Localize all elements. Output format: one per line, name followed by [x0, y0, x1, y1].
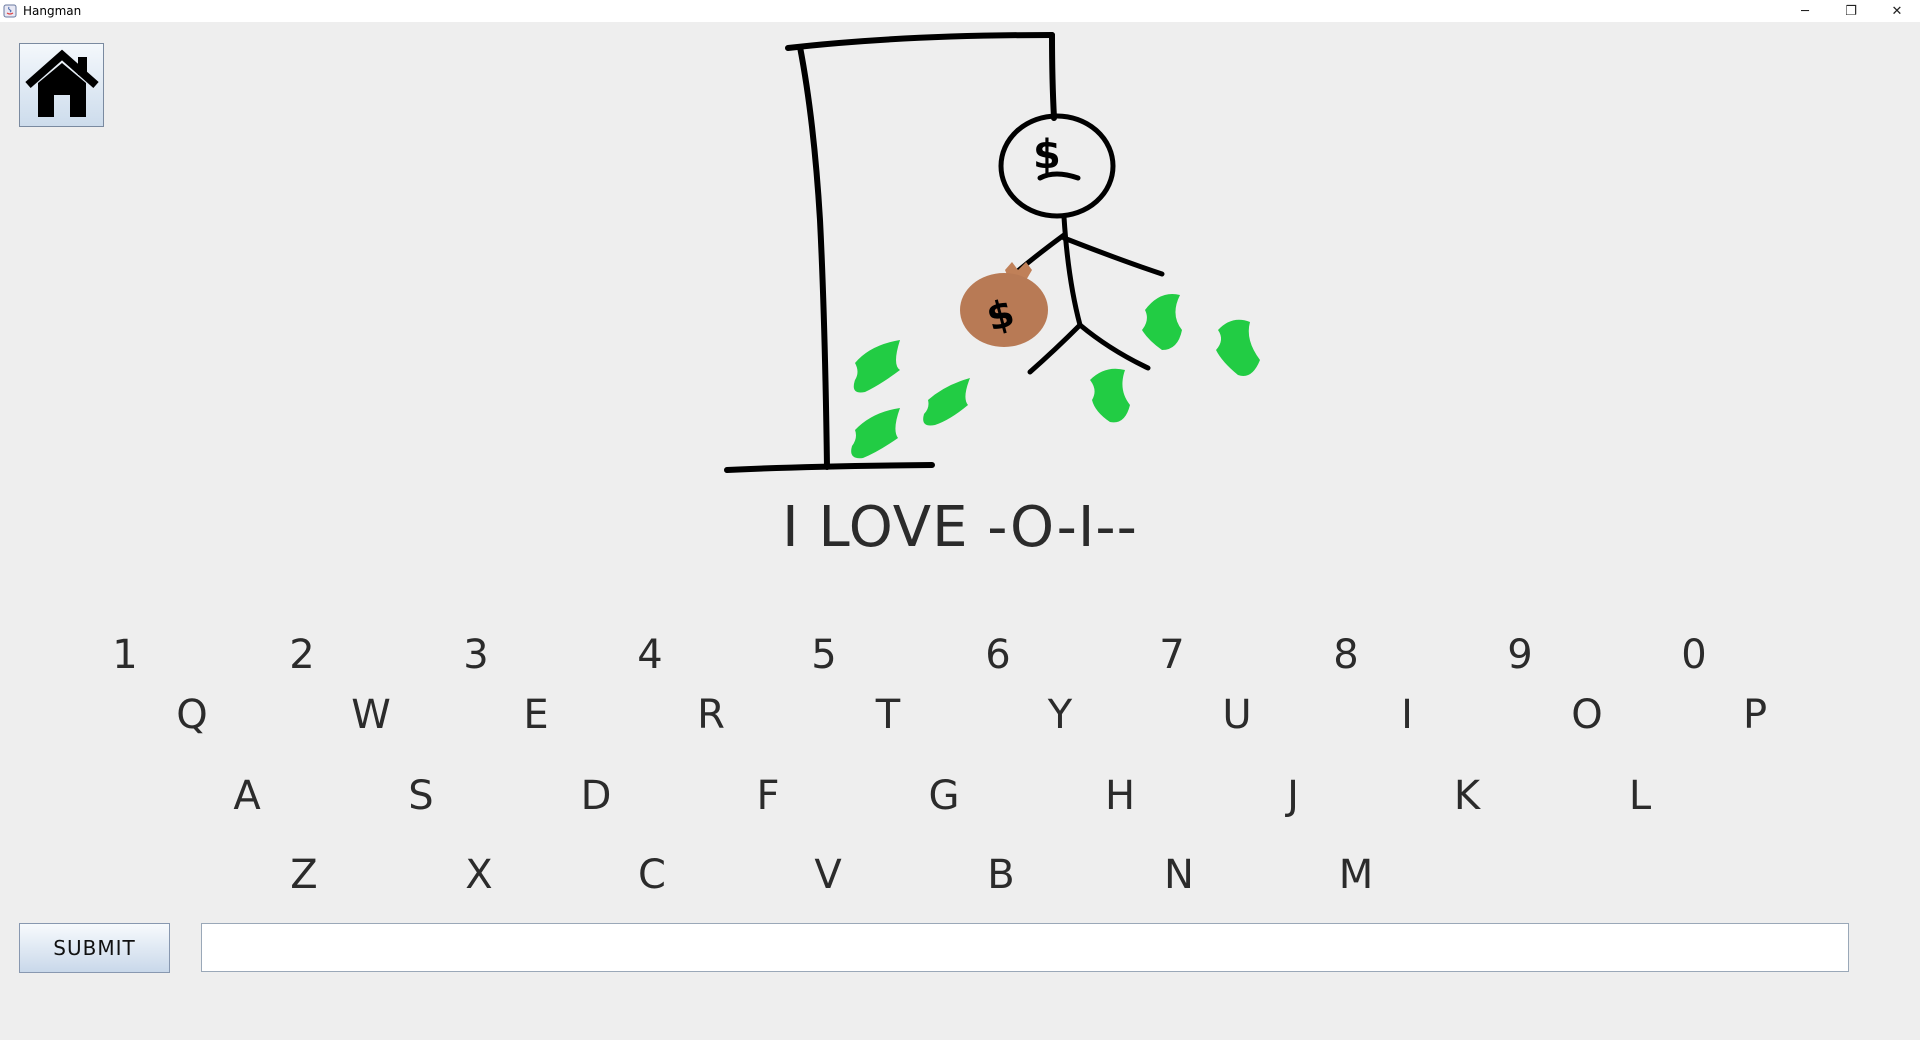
key-n[interactable]: N — [1149, 850, 1209, 900]
key-q[interactable]: Q — [162, 690, 222, 740]
key-b[interactable]: B — [971, 850, 1031, 900]
window-title: Hangman — [23, 4, 82, 18]
key-c[interactable]: C — [622, 850, 682, 900]
key-9[interactable]: 9 — [1490, 630, 1550, 680]
guess-input[interactable] — [201, 923, 1849, 972]
key-a[interactable]: A — [217, 771, 277, 821]
key-4[interactable]: 4 — [620, 630, 680, 680]
java-app-icon — [3, 4, 17, 18]
key-k[interactable]: K — [1437, 771, 1497, 821]
key-v[interactable]: V — [798, 850, 858, 900]
key-6[interactable]: 6 — [968, 630, 1028, 680]
key-3[interactable]: 3 — [446, 630, 506, 680]
key-2[interactable]: 2 — [272, 630, 332, 680]
key-t[interactable]: T — [858, 690, 918, 740]
close-button[interactable]: ✕ — [1874, 0, 1920, 22]
submit-button[interactable]: SUBMIT — [19, 923, 170, 973]
key-w[interactable]: W — [341, 690, 401, 740]
hangman-drawing: $ $ — [724, 32, 1260, 473]
key-z[interactable]: Z — [274, 850, 334, 900]
key-i[interactable]: I — [1377, 690, 1437, 740]
key-u[interactable]: U — [1207, 690, 1267, 740]
phrase-display: I LOVE -O-I-- — [782, 495, 1138, 560]
face-dollar-icon: $ — [1033, 132, 1061, 178]
home-button[interactable] — [19, 43, 104, 127]
key-f[interactable]: F — [738, 771, 798, 821]
key-e[interactable]: E — [506, 690, 566, 740]
key-p[interactable]: P — [1725, 690, 1785, 740]
key-s[interactable]: S — [391, 771, 451, 821]
key-0[interactable]: 0 — [1664, 630, 1724, 680]
key-d[interactable]: D — [566, 771, 626, 821]
minimize-button[interactable]: ─ — [1782, 0, 1828, 22]
gallows — [724, 32, 1057, 473]
key-y[interactable]: Y — [1030, 690, 1090, 740]
house-icon — [24, 49, 99, 117]
key-x[interactable]: X — [449, 850, 509, 900]
window-controls: ─ ❐ ✕ — [1782, 0, 1920, 22]
key-o[interactable]: O — [1557, 690, 1617, 740]
title-bar: Hangman ─ ❐ ✕ — [0, 0, 1920, 22]
key-g[interactable]: G — [914, 771, 974, 821]
dollar-bill-icon — [851, 294, 1260, 459]
key-r[interactable]: R — [681, 690, 741, 740]
key-1[interactable]: 1 — [95, 630, 155, 680]
restore-button[interactable]: ❐ — [1828, 0, 1874, 22]
key-5[interactable]: 5 — [794, 630, 854, 680]
key-7[interactable]: 7 — [1142, 630, 1202, 680]
money-bag-icon: $ — [960, 262, 1048, 347]
key-l[interactable]: L — [1610, 771, 1670, 821]
key-8[interactable]: 8 — [1316, 630, 1376, 680]
key-j[interactable]: J — [1263, 771, 1323, 821]
key-m[interactable]: M — [1326, 850, 1386, 900]
key-h[interactable]: H — [1090, 771, 1150, 821]
